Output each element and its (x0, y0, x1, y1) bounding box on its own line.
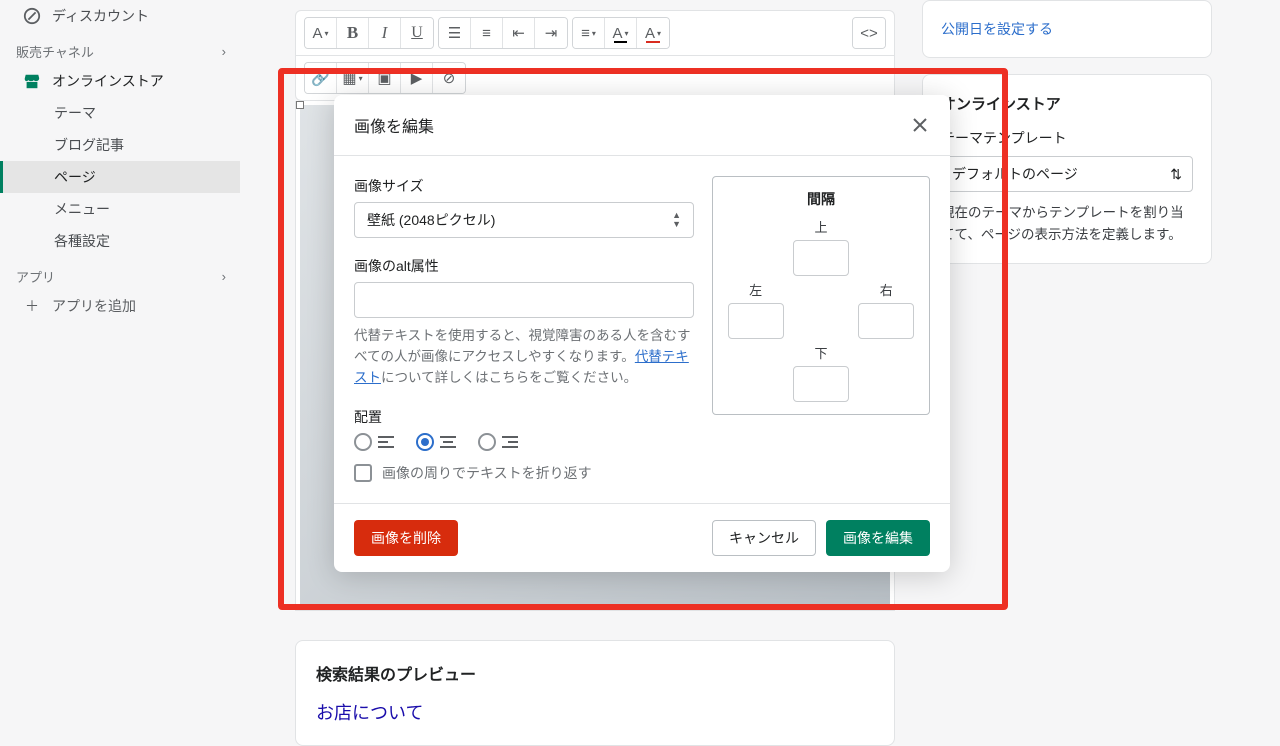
align-left-radio[interactable] (354, 433, 372, 451)
spacing-top-input[interactable] (793, 240, 849, 276)
modal-header: 画像を編集 (334, 95, 950, 156)
wrap-text-checkbox[interactable] (354, 464, 372, 482)
align-center-icon (440, 436, 456, 448)
modal-body: 画像サイズ 壁紙 (2048ピクセル) ▲▼ 画像のalt属性 代替テキストを使… (334, 156, 950, 503)
cancel-button[interactable]: キャンセル (712, 520, 816, 556)
align-right-icon (502, 436, 518, 448)
spacing-right-label: 右 (858, 280, 914, 299)
alignment-radios (354, 433, 694, 451)
align-left-icon (378, 436, 394, 448)
spacing-left-input[interactable] (728, 303, 784, 339)
alt-input[interactable] (354, 282, 694, 318)
edit-image-modal: 画像を編集 画像サイズ 壁紙 (2048ピクセル) ▲▼ 画像のalt属性 代替… (334, 95, 950, 572)
image-size-label: 画像サイズ (354, 176, 694, 196)
image-size-value: 壁紙 (2048ピクセル) (367, 210, 495, 230)
select-caret-icon: ▲▼ (672, 211, 681, 229)
modal-title: 画像を編集 (354, 113, 434, 137)
close-icon[interactable] (910, 115, 930, 135)
spacing-bottom-label: 下 (793, 343, 849, 362)
delete-image-button[interactable]: 画像を削除 (354, 520, 458, 556)
alt-help-text: 代替テキストを使用すると、視覚障害のある人を含むすべての人が画像にアクセスしやす… (354, 326, 694, 389)
image-size-select[interactable]: 壁紙 (2048ピクセル) ▲▼ (354, 202, 694, 238)
modal-footer: 画像を削除 キャンセル 画像を編集 (334, 503, 950, 572)
align-right-radio[interactable] (478, 433, 496, 451)
spacing-right-input[interactable] (858, 303, 914, 339)
spacing-title: 間隔 (725, 189, 917, 209)
spacing-top-label: 上 (793, 217, 849, 236)
alt-label: 画像のalt属性 (354, 256, 694, 276)
wrap-text-label: 画像の周りでテキストを折り返す (382, 463, 592, 483)
align-center-radio[interactable] (416, 433, 434, 451)
spacing-left-label: 左 (728, 280, 784, 299)
spacing-panel: 間隔 上 左 右 (712, 176, 930, 415)
submit-button[interactable]: 画像を編集 (826, 520, 930, 556)
alignment-label: 配置 (354, 407, 694, 427)
spacing-bottom-input[interactable] (793, 366, 849, 402)
